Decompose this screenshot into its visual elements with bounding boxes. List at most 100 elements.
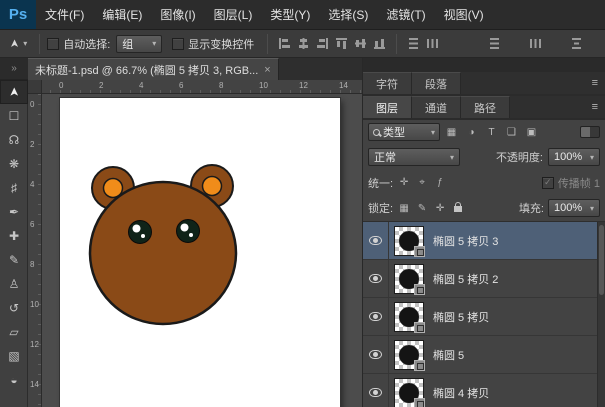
brush-tool-icon: ✎ xyxy=(9,253,19,267)
eraser-tool-button[interactable]: ▱ xyxy=(0,320,28,344)
menu-select[interactable]: 选择(S) xyxy=(319,0,377,29)
marquee-tool-button[interactable]: ☐ xyxy=(0,104,28,128)
filter-shape-layers-icon[interactable]: ❑ xyxy=(503,124,520,141)
blend-mode-row: 正常 ▾ 不透明度: 100% ▾ xyxy=(363,144,605,170)
lock-pixels-icon[interactable]: ✎ xyxy=(415,203,429,214)
unify-visibility-icon[interactable]: ⌖ xyxy=(415,177,429,188)
distribute-vertical-icon[interactable] xyxy=(528,36,543,51)
blur-tool-icon: ◒ xyxy=(10,373,17,387)
ps-logo: Ps xyxy=(0,0,36,29)
lasso-tool-button[interactable]: ☊ xyxy=(0,128,28,152)
tool-preset-button[interactable]: ➤ ▾ xyxy=(5,37,32,50)
document-tab[interactable]: 未标题-1.psd @ 66.7% (椭圆 5 拷贝 3, RGB... × xyxy=(28,58,279,80)
unify-position-icon[interactable]: ✛ xyxy=(397,177,411,188)
opacity-dropdown[interactable]: 100% ▾ xyxy=(548,148,600,166)
crop-tool-button[interactable]: ♯ xyxy=(0,176,28,200)
show-transform-checkbox[interactable] xyxy=(172,38,184,50)
layer-thumbnail[interactable] xyxy=(394,302,424,332)
layer-row[interactable]: 椭圆 5 拷贝 xyxy=(363,298,605,336)
clone-stamp-tool-button[interactable]: ♙ xyxy=(0,272,28,296)
align-top-edges-icon[interactable] xyxy=(334,36,349,51)
layer-thumbnail[interactable] xyxy=(394,264,424,294)
tools-panel-collapse[interactable]: » xyxy=(0,58,28,80)
layer-thumbnail[interactable] xyxy=(394,226,424,256)
lock-transparency-icon[interactable]: ▦ xyxy=(397,203,411,214)
menu-view[interactable]: 视图(V) xyxy=(435,0,493,29)
layer-row[interactable]: 椭圆 5 拷贝 2 xyxy=(363,260,605,298)
fill-dropdown[interactable]: 100% ▾ xyxy=(548,199,600,217)
menu-image[interactable]: 图像(I) xyxy=(151,0,204,29)
divider xyxy=(396,34,397,54)
close-icon[interactable]: × xyxy=(264,64,270,76)
visibility-toggle[interactable] xyxy=(363,374,389,407)
scrollbar-thumb[interactable] xyxy=(599,225,604,295)
filter-smart-objects-icon[interactable]: ▣ xyxy=(523,124,540,141)
panel-menu-icon[interactable]: ≡ xyxy=(592,72,605,94)
filter-adjustment-layers-icon[interactable]: ◑ xyxy=(463,124,480,141)
auto-select-checkbox[interactable] xyxy=(47,38,59,50)
gradient-tool-button[interactable]: ▧ xyxy=(0,344,28,368)
align-right-edges-icon[interactable] xyxy=(315,36,330,51)
history-brush-tool-button[interactable]: ↺ xyxy=(0,296,28,320)
tab-character[interactable]: 字符 xyxy=(363,72,412,94)
propagate-frame-checkbox[interactable]: ✓ xyxy=(542,177,554,189)
unify-style-icon[interactable]: ƒ xyxy=(433,177,447,188)
layer-thumbnail[interactable] xyxy=(394,340,424,370)
double-chevron-icon: » xyxy=(11,63,17,74)
distribute-vertical-centers-icon[interactable] xyxy=(425,36,440,51)
menu-file[interactable]: 文件(F) xyxy=(36,0,93,29)
visibility-toggle[interactable] xyxy=(363,298,389,335)
filter-type-layers-icon[interactable]: T xyxy=(483,124,500,141)
visibility-toggle[interactable] xyxy=(363,336,389,373)
panel-menu-icon[interactable]: ≡ xyxy=(592,96,605,118)
eye-icon xyxy=(369,312,382,321)
menu-edit[interactable]: 编辑(E) xyxy=(93,0,151,29)
menu-filter[interactable]: 滤镜(T) xyxy=(377,0,434,29)
ruler-tick: 0 xyxy=(59,81,63,90)
distribute-spacing-icon[interactable] xyxy=(569,36,584,51)
fill-value: 100% xyxy=(554,202,582,214)
filter-pixel-layers-icon[interactable]: ▦ xyxy=(443,124,460,141)
eyedropper-tool-button[interactable]: ✒ xyxy=(0,200,28,224)
layer-row[interactable]: 椭圆 5 xyxy=(363,336,605,374)
align-bottom-edges-icon[interactable] xyxy=(372,36,387,51)
tab-paragraph[interactable]: 段落 xyxy=(412,72,461,94)
healing-brush-tool-button[interactable]: ✚ xyxy=(0,224,28,248)
menu-type[interactable]: 类型(Y) xyxy=(261,0,319,29)
tab-paths[interactable]: 路径 xyxy=(461,96,510,118)
layer-row[interactable]: 椭圆 4 拷贝 xyxy=(363,374,605,407)
lock-row: 锁定: ▦ ✎ ✛ 填充: 100% ▾ xyxy=(363,195,605,221)
menu-layer[interactable]: 图层(L) xyxy=(205,0,262,29)
chevron-down-icon: ▾ xyxy=(590,153,594,162)
layer-name: 椭圆 5 xyxy=(433,347,464,363)
menu-bar: Ps 文件(F) 编辑(E) 图像(I) 图层(L) 类型(Y) 选择(S) 滤… xyxy=(0,0,605,30)
auto-select-target-dropdown[interactable]: 组 ▾ xyxy=(116,35,162,53)
align-left-edges-icon[interactable] xyxy=(277,36,292,51)
lock-label: 锁定: xyxy=(368,200,393,216)
document-canvas[interactable] xyxy=(60,98,340,407)
distribute-top-edges-icon[interactable] xyxy=(406,36,421,51)
filter-type-dropdown[interactable]: 类型 ▾ xyxy=(368,123,440,141)
canvas-region: 0 2 4 6 8 10 12 14 0 2 4 6 8 10 12 14 xyxy=(28,80,362,407)
tab-channels[interactable]: 通道 xyxy=(412,96,461,118)
quick-selection-tool-button[interactable]: ❋ xyxy=(0,152,28,176)
tab-layers[interactable]: 图层 xyxy=(363,96,412,118)
blur-tool-button[interactable]: ◒ xyxy=(0,368,28,392)
align-vertical-centers-icon[interactable] xyxy=(353,36,368,51)
visibility-toggle[interactable] xyxy=(363,260,389,297)
filter-toggle-switch[interactable] xyxy=(580,126,600,138)
layer-thumbnail[interactable] xyxy=(394,378,424,407)
blend-mode-dropdown[interactable]: 正常 ▾ xyxy=(368,148,460,166)
unify-label: 统一: xyxy=(368,175,393,191)
ruler-tick: 2 xyxy=(99,81,103,90)
brush-tool-button[interactable]: ✎ xyxy=(0,248,28,272)
distribute-horizontal-icon[interactable] xyxy=(487,36,502,51)
align-horizontal-centers-icon[interactable] xyxy=(296,36,311,51)
layer-row[interactable]: 椭圆 5 拷贝 3 xyxy=(363,222,605,260)
move-tool-button[interactable]: ➤ xyxy=(0,80,28,104)
scrollbar[interactable] xyxy=(597,222,605,407)
lock-all-icon[interactable] xyxy=(454,206,462,212)
lock-position-icon[interactable]: ✛ xyxy=(433,203,447,214)
shape-layer-badge-icon xyxy=(414,322,425,333)
visibility-toggle[interactable] xyxy=(363,222,389,259)
